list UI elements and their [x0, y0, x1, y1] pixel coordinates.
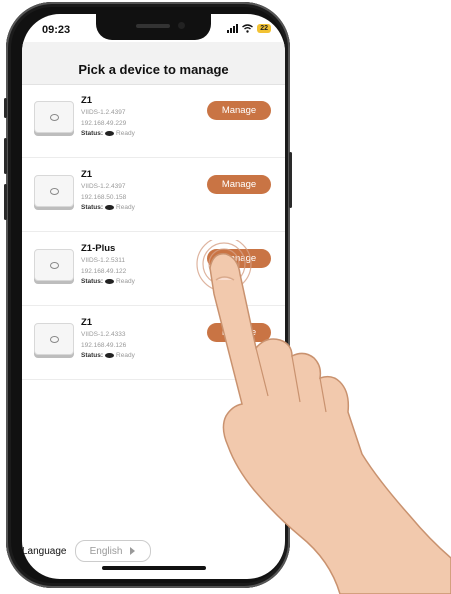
status-value: Ready: [116, 352, 135, 359]
device-row[interactable]: Z1 VIIDS-1.2.4397 192.168.49.229 Status:…: [22, 85, 285, 158]
language-row: Language English: [22, 539, 151, 563]
device-status: Status: Ready: [81, 278, 135, 285]
power-button: [289, 152, 292, 208]
volume-down-button: [4, 184, 7, 220]
device-firmware: VIIDS-1.2.4397: [81, 183, 126, 190]
eye-icon: [105, 279, 115, 284]
status-value: Ready: [116, 278, 135, 285]
eye-icon: [105, 205, 115, 210]
device-ip: 192.168.49.229: [81, 120, 127, 127]
eye-icon: [105, 353, 115, 358]
device-icon: [34, 249, 74, 281]
device-icon: [34, 175, 74, 207]
notch: [96, 14, 211, 40]
status-label: Status:: [81, 130, 104, 137]
device-name: Z1: [81, 95, 93, 106]
device-row[interactable]: Z1 VIIDS-1.2.4333 192.168.49.126 Status:…: [22, 307, 285, 380]
device-firmware: VIIDS-1.2.5311: [81, 257, 125, 264]
status-label: Status:: [81, 278, 104, 285]
status-time: 09:23: [42, 24, 71, 36]
signal-icon: [227, 24, 239, 33]
home-indicator: [102, 566, 206, 570]
status-label: Status:: [81, 352, 104, 359]
device-firmware: VIIDS-1.2.4333: [81, 331, 126, 338]
manage-button[interactable]: Manage: [207, 323, 271, 342]
device-row[interactable]: Z1-Plus VIIDS-1.2.5311 192.168.49.122 St…: [22, 233, 285, 306]
device-ip: 192.168.50.158: [81, 194, 127, 201]
device-row[interactable]: Z1 VIIDS-1.2.4397 192.168.50.158 Status:…: [22, 159, 285, 232]
device-name: Z1: [81, 169, 93, 180]
device-status: Status: Ready: [81, 352, 135, 359]
language-value: English: [89, 545, 123, 557]
mute-switch: [4, 98, 7, 118]
front-camera: [178, 22, 185, 29]
speaker: [136, 24, 170, 28]
phone-frame: 09:23 22 Pick a device to manage Z1 VIID…: [4, 2, 292, 588]
manage-button[interactable]: Manage: [207, 101, 271, 120]
device-icon: [34, 101, 74, 133]
device-name: Z1: [81, 317, 93, 328]
manage-button[interactable]: Manage: [207, 249, 271, 268]
device-ip: 192.168.49.126: [81, 342, 127, 349]
volume-up-button: [4, 138, 7, 174]
status-icons: 22: [227, 24, 271, 33]
phone-screen: 09:23 22 Pick a device to manage Z1 VIID…: [22, 14, 285, 579]
device-firmware: VIIDS-1.2.4397: [81, 109, 126, 116]
device-status: Status: Ready: [81, 204, 135, 211]
language-select[interactable]: English: [74, 540, 151, 562]
wifi-icon: [242, 24, 254, 33]
device-ip: 192.168.49.122: [81, 268, 127, 275]
chevron-right-icon: [130, 547, 136, 555]
eye-icon: [105, 131, 115, 136]
manage-button[interactable]: Manage: [207, 175, 271, 194]
battery-icon: 22: [257, 24, 271, 33]
page-title: Pick a device to manage: [78, 62, 229, 77]
status-label: Status:: [81, 204, 104, 211]
language-label: Language: [22, 545, 67, 557]
device-name: Z1-Plus: [81, 243, 116, 254]
app-header: Pick a device to manage: [22, 42, 285, 85]
status-value: Ready: [116, 130, 135, 137]
device-icon: [34, 323, 74, 355]
status-value: Ready: [116, 204, 135, 211]
device-status: Status: Ready: [81, 130, 135, 137]
